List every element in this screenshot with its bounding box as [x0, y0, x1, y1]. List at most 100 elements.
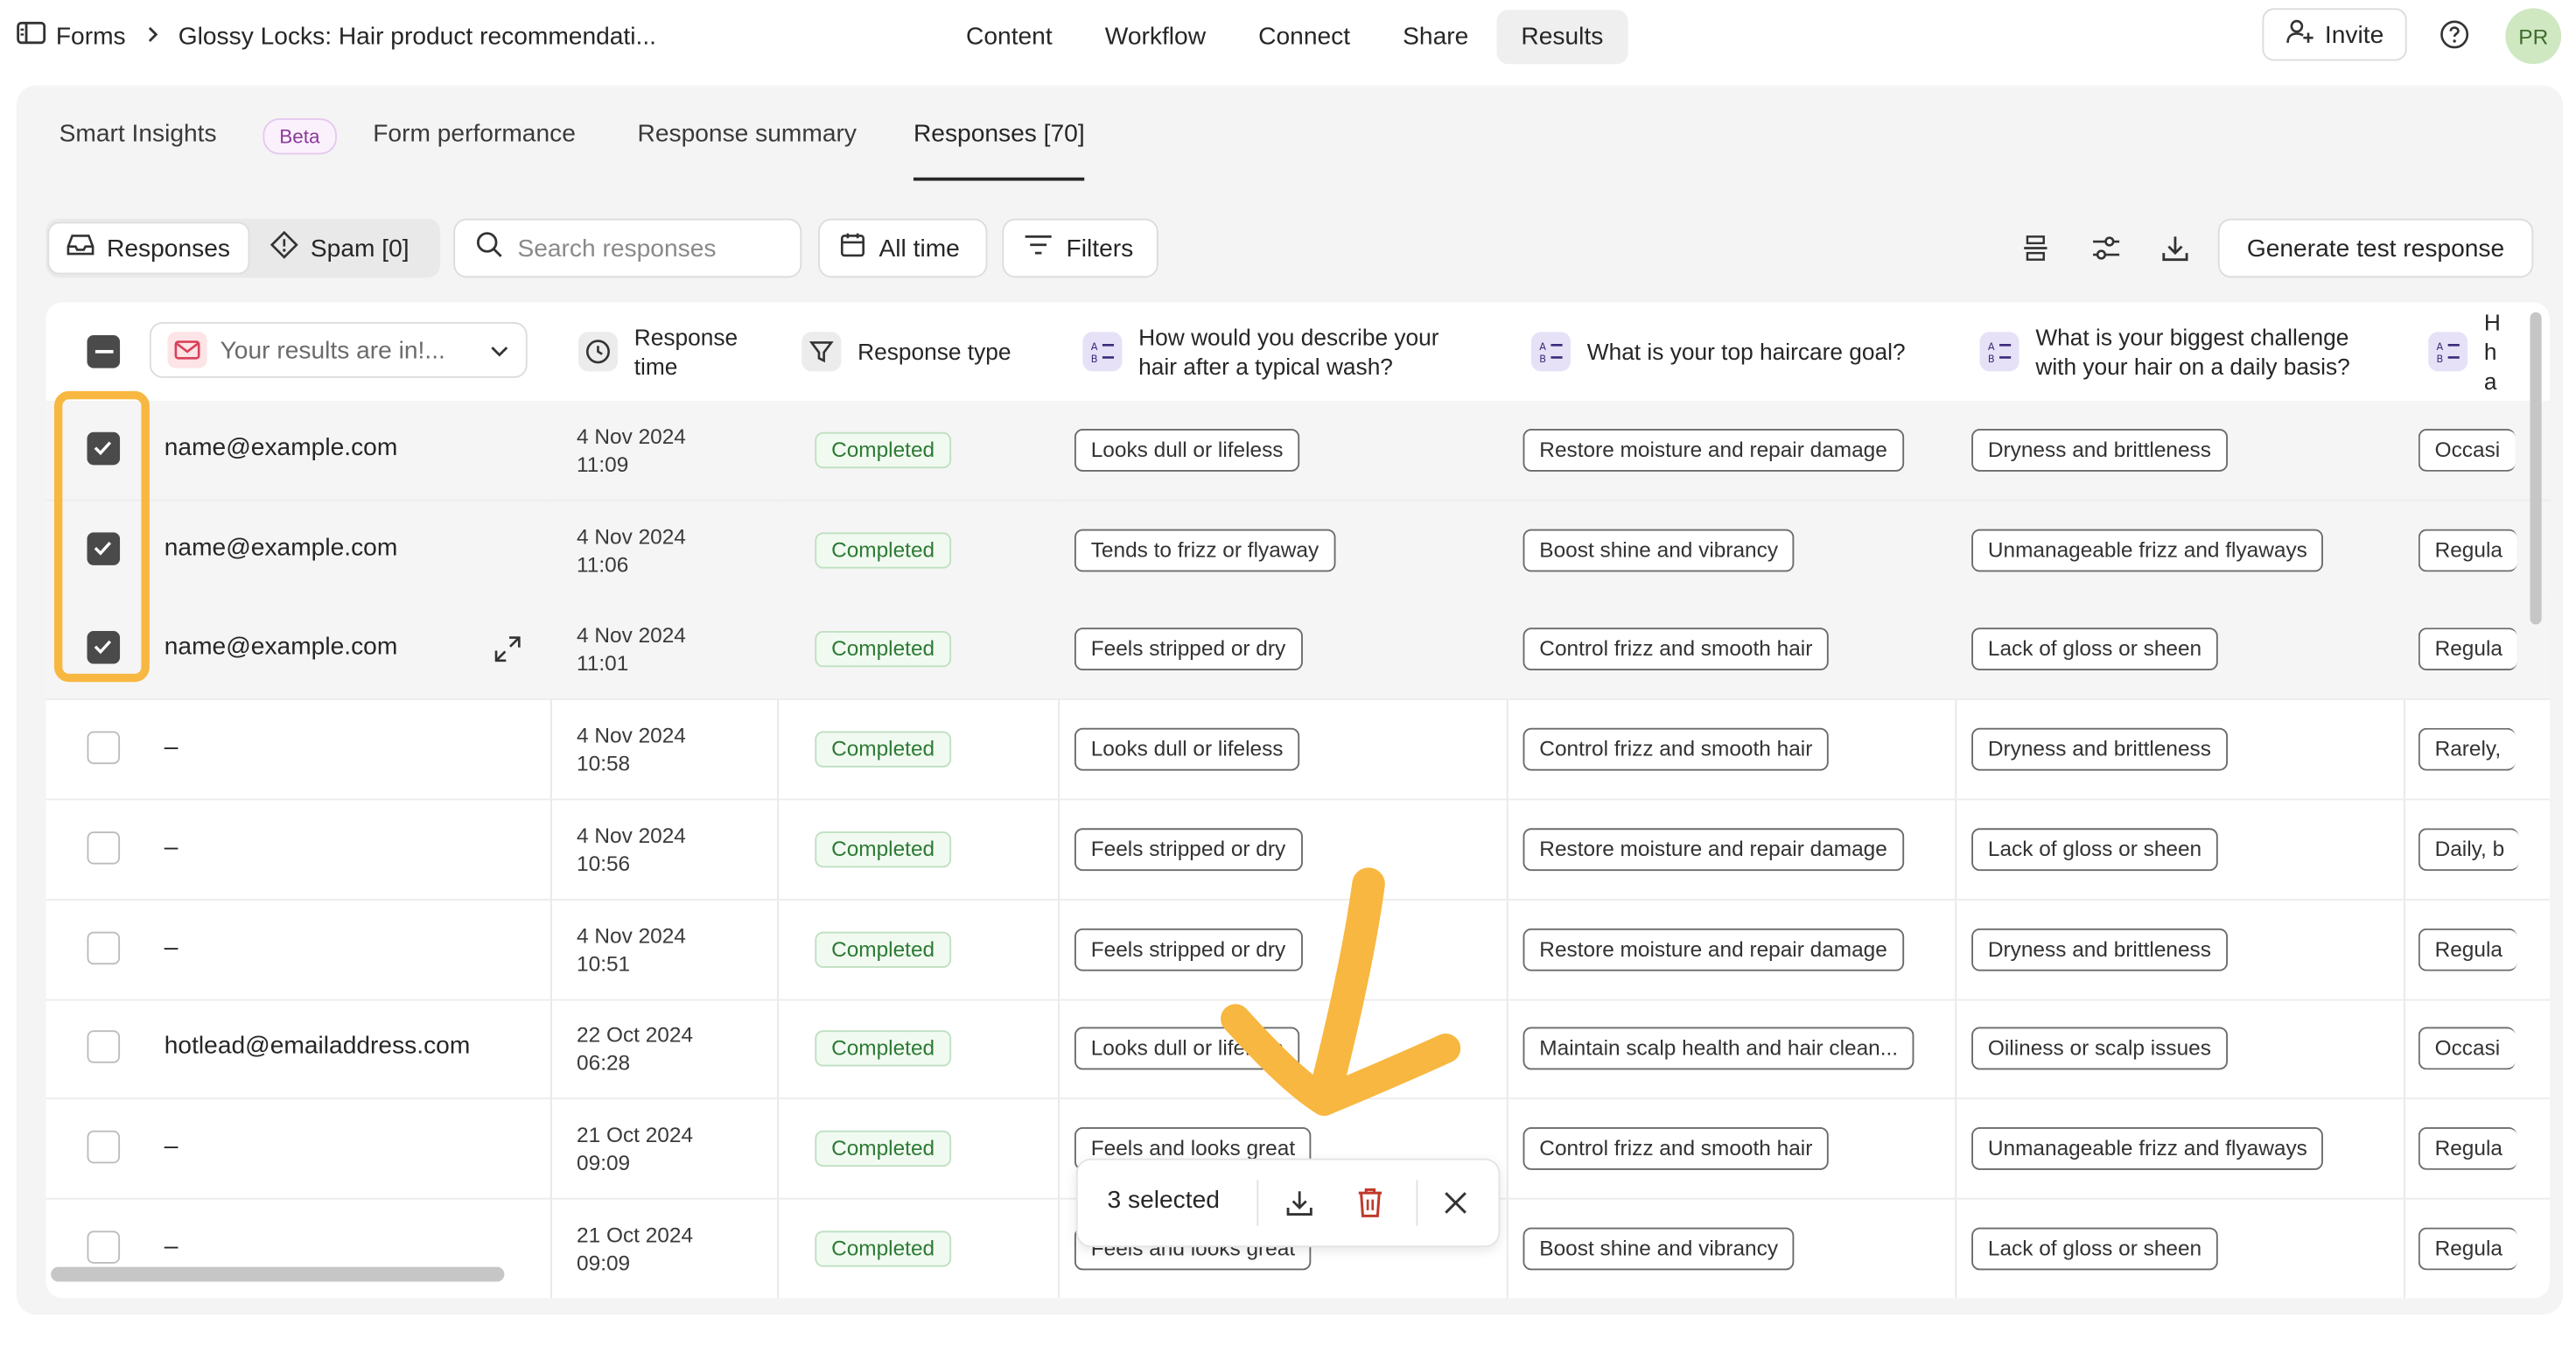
respondent-email: – — [164, 733, 178, 761]
response-time: 22 Oct 2024 06:28 — [577, 1020, 693, 1076]
answer-tag: Boost shine and vibrancy — [1522, 1226, 1795, 1270]
spam-toggle-button[interactable]: Spam [0] — [253, 223, 437, 272]
row-checkbox[interactable] — [87, 831, 121, 865]
answer-tag: Occasi — [2418, 429, 2516, 472]
chevron-down-icon — [490, 336, 510, 364]
select-all-checkbox[interactable] — [87, 335, 121, 368]
close-icon[interactable] — [1443, 1189, 1469, 1216]
respondent-email: name@example.com — [164, 533, 398, 562]
responses-toggle-label: Responses — [107, 234, 230, 263]
help-icon[interactable] — [2440, 20, 2469, 50]
answer-tag: Regula — [2418, 1126, 2517, 1170]
answer-tag: Restore moisture and repair damage — [1522, 827, 1904, 871]
column-header-q1[interactable]: AB How would you describe your hair afte… — [1082, 302, 1502, 401]
responses-table: Your results are in!... Response time Re… — [46, 302, 2551, 1299]
table-row[interactable]: hotlead@emailaddress.com 22 Oct 2024 06:28… — [46, 999, 2551, 1100]
breadcrumb-forms-link[interactable]: Forms — [56, 22, 126, 50]
column-header-q2[interactable]: AB What is your top haircare goal? — [1530, 302, 1950, 401]
trash-icon[interactable] — [1355, 1187, 1385, 1220]
answer-tag: Regula — [2418, 529, 2517, 571]
table-row[interactable]: – 4 Nov 2024 10:56 Completed Feels stripped … — [46, 800, 2551, 901]
response-date: 4 Nov 2024 — [577, 424, 686, 449]
response-date: 4 Nov 2024 — [577, 623, 686, 648]
column-header-q4[interactable]: AB H ha — [2428, 302, 2543, 401]
email-column-label: Your results are in!... — [220, 335, 445, 364]
download-icon[interactable] — [2160, 234, 2190, 263]
answer-tag: Restore moisture and repair damage — [1522, 429, 1904, 472]
time-filter-button[interactable]: All time — [818, 218, 988, 278]
answer-tag: Control frizz and smooth hair — [1522, 627, 1830, 671]
column-header-response-time[interactable]: Response time — [578, 302, 773, 401]
chevron-right-icon — [145, 22, 158, 50]
response-time: 4 Nov 2024 11:06 — [577, 522, 686, 578]
table-row[interactable]: – 4 Nov 2024 10:58 Completed Looks dull or l… — [46, 700, 2551, 801]
vertical-scrollbar[interactable] — [2530, 312, 2542, 625]
filters-button[interactable]: Filters — [1002, 218, 1158, 278]
search-input[interactable]: Search responses — [453, 218, 802, 278]
table-row[interactable]: name@example.com 4 Nov 2024 11:01 Completed… — [46, 600, 2551, 701]
svg-text:B: B — [1091, 354, 1098, 365]
tab-smart-insights[interactable]: Smart Insights — [60, 120, 217, 148]
row-checkbox[interactable] — [87, 1030, 121, 1064]
inbox-icon — [66, 232, 95, 265]
clock-icon — [578, 332, 618, 372]
download-selected-icon[interactable] — [1284, 1188, 1314, 1218]
table-row[interactable]: name@example.com 4 Nov 2024 11:09 Completed… — [46, 401, 2551, 501]
response-date: 4 Nov 2024 — [577, 523, 686, 549]
invite-label: Invite — [2324, 20, 2384, 49]
response-clock-time: 09:09 — [577, 1150, 631, 1175]
tab-form-performance[interactable]: Form performance — [373, 120, 576, 148]
results-panel: Smart Insights Beta Form performance Res… — [16, 85, 2564, 1315]
email-column-selector[interactable]: Your results are in!... — [149, 322, 528, 378]
nav-tab-share[interactable]: Share — [1378, 10, 1493, 64]
generate-test-response-button[interactable]: Generate test response — [2217, 218, 2534, 278]
svg-text:A: A — [1091, 341, 1098, 353]
answer-tag: Occasi — [2418, 1027, 2516, 1070]
response-date: 21 Oct 2024 — [577, 1222, 694, 1247]
forms-icon — [17, 20, 46, 53]
response-date: 4 Nov 2024 — [577, 823, 686, 848]
mail-icon — [167, 332, 207, 368]
tab-responses[interactable]: Responses [70] — [913, 120, 1086, 181]
row-density-icon[interactable] — [2020, 234, 2050, 263]
status-badge: Completed — [815, 731, 951, 768]
row-checkbox[interactable] — [87, 1130, 121, 1164]
response-time: 4 Nov 2024 10:58 — [577, 721, 686, 777]
expand-row-icon[interactable] — [493, 634, 522, 664]
tab-response-summary[interactable]: Response summary — [638, 120, 857, 148]
response-time: 4 Nov 2024 10:51 — [577, 921, 686, 977]
column-header-q3[interactable]: AB What is your biggest challenge with y… — [1979, 302, 2399, 401]
svg-text:A: A — [1539, 341, 1546, 353]
respondent-email: name@example.com — [164, 633, 398, 662]
response-date: 22 Oct 2024 — [577, 1022, 694, 1048]
response-date: 4 Nov 2024 — [577, 723, 686, 748]
column-title: What is your top haircare goal? — [1586, 338, 1906, 365]
calendar-icon — [839, 232, 865, 265]
breadcrumb-form-name[interactable]: Glossy Locks: Hair product recommendati.… — [178, 22, 656, 50]
row-checkbox[interactable] — [87, 1230, 121, 1264]
row-checkbox[interactable] — [87, 930, 121, 964]
response-time: 21 Oct 2024 09:09 — [577, 1220, 693, 1276]
horizontal-scrollbar[interactable] — [51, 1266, 505, 1282]
answer-tag: Looks dull or lifeless — [1074, 429, 1300, 472]
nav-tab-connect[interactable]: Connect — [1234, 10, 1375, 64]
answer-tag: Lack of gloss or sheen — [1971, 627, 2218, 671]
row-checkbox[interactable] — [87, 731, 121, 765]
nav-tab-content[interactable]: Content — [942, 10, 1077, 64]
column-settings-icon[interactable] — [2091, 234, 2121, 263]
respondent-email: name@example.com — [164, 433, 398, 462]
svg-text:A: A — [1988, 341, 1995, 353]
table-row[interactable]: name@example.com 4 Nov 2024 11:06 Completed… — [46, 501, 2551, 601]
response-date: 21 Oct 2024 — [577, 1122, 694, 1147]
answer-tag: Feels stripped or dry — [1074, 627, 1302, 671]
table-row[interactable]: – 4 Nov 2024 10:51 Completed Feels stripped … — [46, 900, 2551, 1000]
invite-button[interactable]: Invite — [2262, 8, 2407, 61]
responses-toggle-button[interactable]: Responses — [49, 223, 248, 273]
status-badge: Completed — [815, 1030, 951, 1067]
answer-tag: Maintain scalp health and hair clean... — [1522, 1027, 1914, 1070]
avatar[interactable]: PR — [2505, 8, 2562, 65]
column-header-response-type[interactable]: Response type — [802, 302, 1048, 401]
nav-tab-workflow[interactable]: Workflow — [1081, 10, 1231, 64]
nav-tab-results[interactable]: Results — [1496, 10, 1628, 65]
column-title: Response time — [634, 323, 738, 380]
